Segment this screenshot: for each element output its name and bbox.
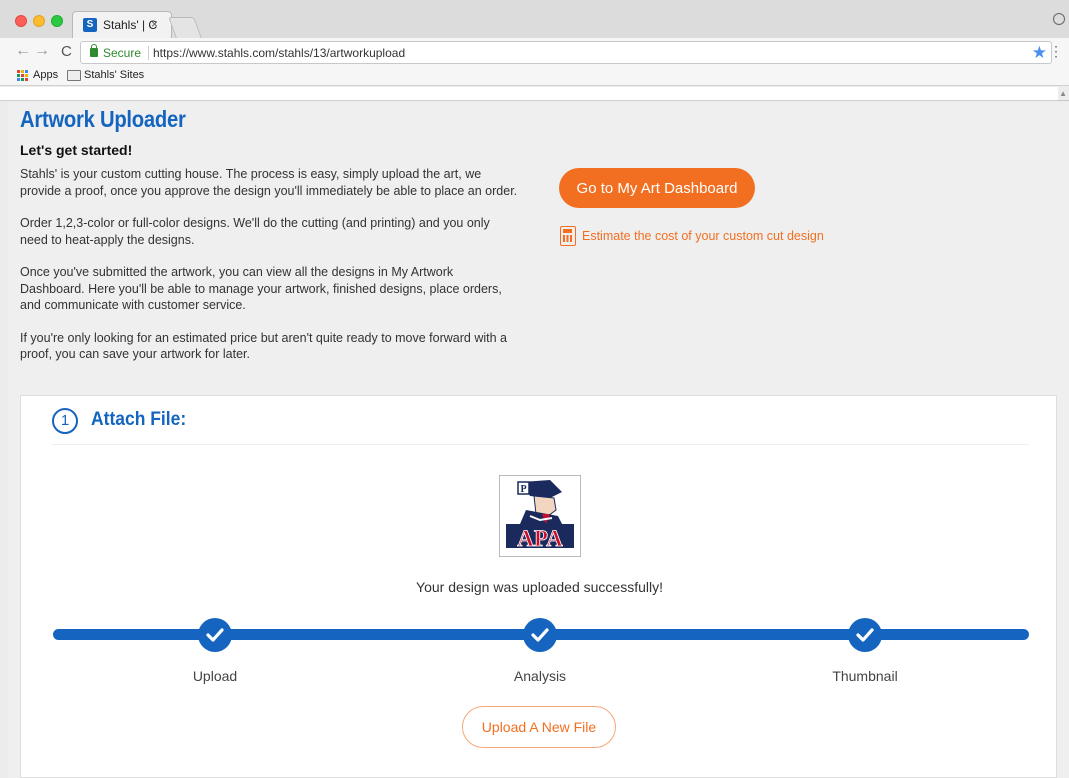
page-title: Artwork Uploader — [20, 106, 186, 132]
page-top-strip — [0, 87, 1058, 101]
bookmark-star-icon[interactable]: ★ — [1032, 43, 1047, 63]
reload-icon[interactable]: C — [61, 43, 72, 60]
thumbnail-apa-text: APA — [517, 526, 563, 551]
minimize-window-button[interactable] — [33, 15, 45, 27]
stahls-favicon-icon: S — [83, 18, 97, 32]
thumbnail-step-check-icon — [848, 618, 882, 652]
forward-arrow-icon[interactable]: → — [34, 42, 50, 60]
maximize-window-button[interactable] — [51, 15, 63, 27]
new-tab-button[interactable] — [168, 17, 202, 38]
intro-paragraph: Order 1,2,3-color or full-color designs.… — [20, 216, 490, 247]
upload-success-message: Your design was uploaded successfully! — [416, 579, 663, 595]
step-title: Attach File: — [91, 409, 187, 430]
profile-icon[interactable] — [1053, 13, 1065, 25]
scroll-up-arrow-icon[interactable]: ▲ — [1059, 89, 1067, 98]
lock-icon — [90, 44, 98, 57]
close-window-button[interactable] — [15, 15, 27, 27]
intro-text: Stahls' is your custom cutting house. Th… — [20, 166, 520, 379]
url-separator — [148, 46, 149, 60]
intro-paragraph: If you're only looking for an estimated … — [20, 330, 507, 362]
art-dashboard-button[interactable]: Go to My Art Dashboard — [559, 168, 755, 208]
analysis-step-check-icon — [523, 618, 557, 652]
card-divider — [52, 444, 1029, 445]
url-text[interactable]: https://www.stahls.com/stahls/13/artwork… — [153, 46, 405, 60]
navigation-bar: ← → C Secure https://www.stahls.com/stah… — [0, 38, 1069, 66]
intro-paragraph: Stahls' is your custom cutting house. Th… — [20, 167, 518, 198]
page-content: Artwork Uploader Let's get started! Stah… — [8, 102, 1069, 778]
upload-new-file-button[interactable]: Upload A New File — [462, 706, 616, 748]
tab-close-icon[interactable]: × — [151, 17, 158, 31]
artwork-thumbnail: P APA — [499, 475, 581, 557]
page-subtitle: Let's get started! — [20, 142, 133, 158]
bookmark-stahls-sites[interactable]: Stahls' Sites — [84, 69, 144, 81]
back-arrow-icon[interactable]: ← — [15, 42, 31, 60]
address-bar[interactable]: Secure https://www.stahls.com/stahls/13/… — [80, 41, 1052, 64]
tab-title: Stahls' | C — [103, 18, 158, 32]
step-label-thumbnail: Thumbnail — [832, 668, 898, 684]
svg-text:P: P — [520, 484, 526, 495]
calculator-icon[interactable] — [560, 226, 576, 246]
more-menu-icon[interactable]: ⋮ — [1049, 43, 1063, 60]
bookmarks-bar: Apps Stahls' Sites — [0, 66, 1069, 86]
step-number-badge: 1 — [52, 408, 78, 434]
apps-grid-icon — [17, 70, 28, 81]
tab-bar: S Stahls' | C × — [0, 0, 1069, 38]
intro-paragraph: Once you've submitted the artwork, you c… — [20, 265, 502, 312]
estimate-cost-link[interactable]: Estimate the cost of your custom cut des… — [582, 229, 824, 243]
attach-file-card: 1 Attach File: P APA Your design was upl… — [20, 395, 1057, 778]
patriot-mascot-logo: P APA — [506, 480, 574, 551]
upload-step-check-icon — [198, 618, 232, 652]
folder-icon — [67, 70, 81, 81]
bookmark-apps[interactable]: Apps — [33, 69, 58, 81]
secure-label: Secure — [103, 46, 142, 60]
browser-tab[interactable]: S Stahls' | C × — [72, 11, 172, 38]
browser-chrome: S Stahls' | C × ← → C Secure https://www… — [0, 0, 1069, 101]
step-label-analysis: Analysis — [513, 668, 567, 684]
step-label-upload: Upload — [192, 668, 238, 684]
